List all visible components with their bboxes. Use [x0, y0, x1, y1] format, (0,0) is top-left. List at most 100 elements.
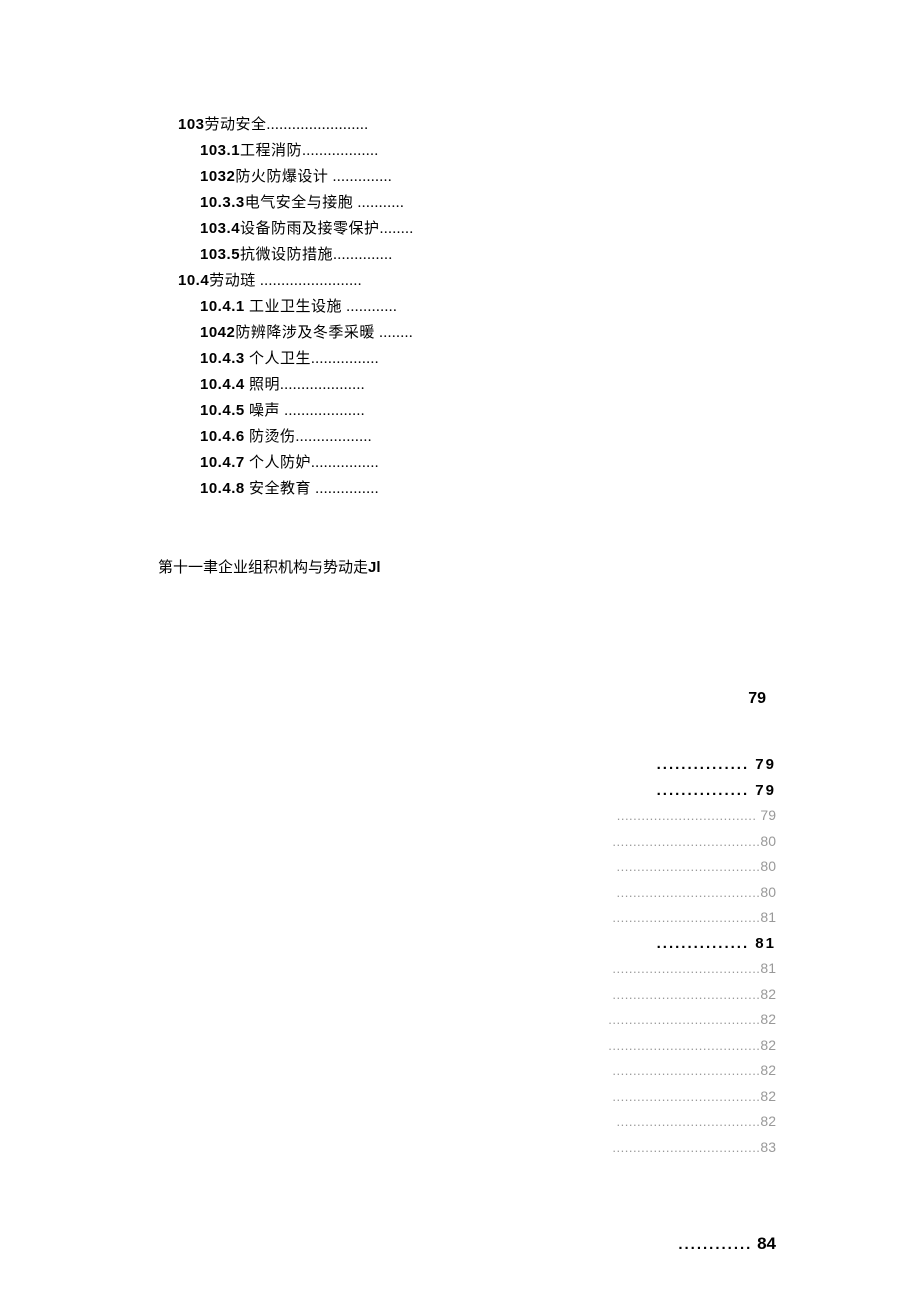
leader-dots: ....................................	[612, 1063, 760, 1078]
leader-dots: ........	[380, 221, 414, 237]
toc-entry-title: 照明	[245, 377, 280, 393]
page-number-top: 79	[748, 690, 766, 708]
leader-dots: ..................	[295, 429, 372, 445]
toc-entry-number: 10.4.8	[200, 480, 245, 497]
toc-entry: 10.3.3电气安全与接胞 ...........	[200, 190, 478, 216]
toc-entry-title: 劳动琏	[209, 273, 256, 289]
toc-entry: 10.4.7 个人防妒................	[200, 450, 478, 476]
toc-entry-number: 10.4.7	[200, 454, 245, 471]
toc-entry: 10.4.3 个人卫生................	[200, 346, 478, 372]
toc-entry: 103.4设备防雨及接零保护........	[200, 216, 478, 242]
page-num: 81	[749, 935, 776, 952]
leader-dots: ........................	[267, 117, 369, 133]
toc-page-line: ....................................82	[608, 1058, 776, 1084]
toc-entry: 103.5抗微设防措施..............	[200, 242, 478, 268]
leader-dots: ..................................	[617, 808, 757, 823]
toc-entry-number: 10.4.3	[200, 350, 245, 367]
toc-page-line: .................................. 79	[608, 803, 776, 829]
toc-page-line: ............... 79	[608, 778, 776, 804]
page-num: 82	[760, 1088, 776, 1104]
page-num: 79	[749, 756, 776, 773]
toc-page-line: ....................................81	[608, 905, 776, 931]
toc-entry-title: 防烫伤	[245, 429, 296, 445]
page-num: 82	[760, 1011, 776, 1027]
toc-entry-title: 工程消防	[240, 143, 302, 159]
leader-dots: ....................	[280, 377, 365, 393]
toc-entry-title: 抗微设防措施	[240, 247, 333, 263]
leader-dots: ...................................	[617, 1114, 761, 1129]
toc-entry: 103劳动安全........................	[178, 112, 478, 138]
toc-page-line: .....................................82	[608, 1007, 776, 1033]
leader-dots: ................	[311, 455, 379, 471]
toc-entry-title: 防火防爆设计	[235, 169, 328, 185]
leader-dots: ..............	[333, 247, 393, 263]
page-num: 82	[760, 1113, 776, 1129]
leader-dots: ................	[311, 351, 379, 367]
toc-entry-number: 103.1	[200, 142, 240, 159]
document-page: 103劳动安全........................103.1工程消防…	[0, 0, 920, 1301]
page-num: 79	[757, 807, 776, 823]
page-num: 83	[760, 1139, 776, 1155]
page-num: 79	[749, 782, 776, 799]
toc-entry-title: 劳动安全	[205, 117, 267, 133]
toc-page-line: ...................................82	[608, 1109, 776, 1135]
page-num: 82	[760, 1037, 776, 1053]
leader-dots: .....................................	[608, 1012, 760, 1027]
chapter-heading: 第十一聿企业组积机构与势动走Jl	[158, 556, 381, 577]
leader-dots: ....................................	[612, 961, 760, 976]
leader-dots: ...............	[657, 935, 750, 952]
leader-dots: ....................................	[612, 1140, 760, 1155]
toc-page-line: ....................................81	[608, 956, 776, 982]
toc-entry-number: 103.4	[200, 220, 240, 237]
leader-dots: ............	[342, 299, 397, 315]
toc-entry: 10.4.4 照明....................	[200, 372, 478, 398]
toc-entry-number: 10.4.4	[200, 376, 245, 393]
toc-entry-number: 103.5	[200, 246, 240, 263]
chapter-text: 第十一聿企业组积机构与势动走	[158, 560, 368, 576]
leader-dots: .....................................	[608, 1038, 760, 1053]
page-num: 80	[760, 833, 776, 849]
toc-page-line: ............... 81	[608, 931, 776, 957]
leader-dots: ...............	[657, 782, 750, 799]
toc-entry: 1042防辨降涉及冬季采暖 ........	[200, 320, 478, 346]
chapter-suffix: Jl	[368, 559, 381, 576]
page-number-bottom: ............ 84	[678, 1234, 776, 1254]
page-num: 80	[760, 858, 776, 874]
toc-entry: 103.1工程消防..................	[200, 138, 478, 164]
toc-page-numbers: ............... 79............... 79....…	[608, 752, 776, 1160]
toc-entry: 10.4.1 工业卫生设施 ............	[200, 294, 478, 320]
toc-entry-title: 噪声	[245, 403, 280, 419]
toc-entry-title: 安全教育	[245, 481, 311, 497]
toc-entry: 10.4.5 噪声 ...................	[200, 398, 478, 424]
toc-page-line: ...................................80	[608, 854, 776, 880]
toc-entry: 10.4.8 安全教育 ...............	[200, 476, 478, 502]
toc-page-line: .....................................82	[608, 1033, 776, 1059]
toc-page-line: ....................................82	[608, 1084, 776, 1110]
leader-dots: ....................................	[612, 834, 760, 849]
page-num: 81	[760, 909, 776, 925]
toc-entry-number: 103	[178, 116, 205, 133]
toc-entry-number: 10.4.5	[200, 402, 245, 419]
toc-entry-number: 10.3.3	[200, 194, 245, 211]
leader-dots: ........	[375, 325, 413, 341]
leader-dots: ...........	[353, 195, 404, 211]
page-num: 80	[760, 884, 776, 900]
leader-dots: ........................	[256, 273, 362, 289]
toc-entry-number: 10.4.6	[200, 428, 245, 445]
toc-entry-title: 设备防雨及接零保护	[240, 221, 380, 237]
toc-entry-number: 1042	[200, 324, 235, 341]
toc-page-line: ....................................83	[608, 1135, 776, 1161]
toc-entry-number: 10.4.1	[200, 298, 245, 315]
toc-entry-title: 防辨降涉及冬季采暖	[235, 325, 375, 341]
toc-entry-number: 10.4	[178, 272, 209, 289]
toc-entry: 10.4劳动琏 ........................	[178, 268, 478, 294]
leader-dots: ..............	[328, 169, 392, 185]
leader-dots: ...................................	[617, 859, 761, 874]
toc-entry-title: 个人卫生	[245, 351, 311, 367]
toc-page-line: ............... 79	[608, 752, 776, 778]
leader-dots: ...................	[280, 403, 365, 419]
leader-dots: ..................	[302, 143, 379, 159]
leader-dots: ....................................	[612, 1089, 760, 1104]
page-num: 82	[760, 986, 776, 1002]
leader-dots: ....................................	[612, 987, 760, 1002]
